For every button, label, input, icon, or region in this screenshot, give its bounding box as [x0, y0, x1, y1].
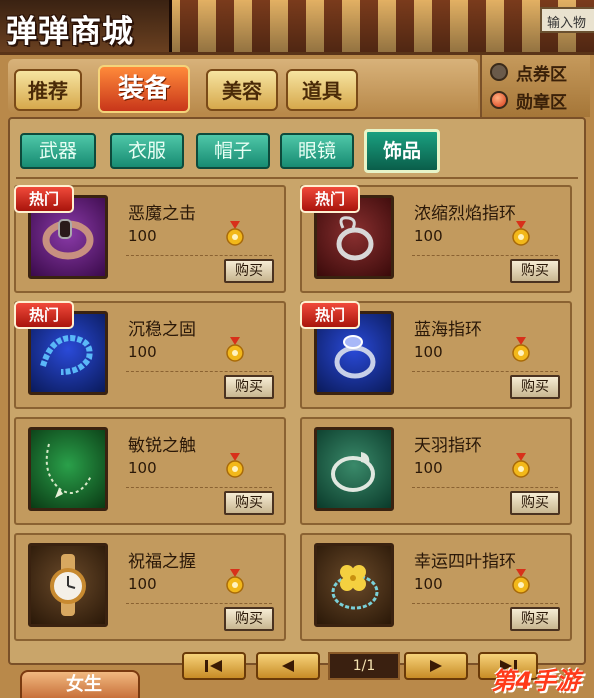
item-name: 幸运四叶指环: [414, 552, 516, 572]
radio-unselected-icon: [490, 63, 508, 81]
zone-coupon-label: 点券区: [516, 64, 567, 85]
item-price: 100: [128, 575, 157, 593]
buy-button[interactable]: 购买: [224, 375, 274, 399]
item-card[interactable]: 热门 恶魔之击 100 购买: [14, 185, 286, 293]
buy-button[interactable]: 购买: [510, 491, 560, 515]
window-title: 弹弹商城: [6, 14, 134, 50]
footer: 女生 1/1 第4手游: [0, 612, 594, 698]
tab-recommend[interactable]: 推荐: [14, 69, 82, 111]
content-frame: 武器 衣服 帽子 眼镜 饰品 热门 恶魔之击 100 购买 热门 浓缩烈焰指环 …: [8, 117, 586, 665]
buy-button[interactable]: 购买: [224, 491, 274, 515]
item-card[interactable]: 热门 蓝海指环 100 购买: [300, 301, 572, 409]
buy-button[interactable]: 购买: [510, 259, 560, 283]
item-card[interactable]: 热门 沉稳之固 100 购买: [14, 301, 286, 409]
dragon-ring-icon: [314, 427, 394, 511]
item-name: 沉稳之固: [128, 320, 196, 340]
medal-icon: [226, 337, 244, 362]
divider: [126, 487, 272, 488]
item-price: 100: [414, 575, 443, 593]
item-price: 100: [414, 459, 443, 477]
currency-zone-selector: 点券区 勋章区: [480, 55, 590, 117]
tab-items[interactable]: 道具: [286, 69, 358, 111]
subtab-accessory[interactable]: 饰品: [364, 129, 440, 173]
item-price: 100: [414, 227, 443, 245]
medal-icon: [512, 337, 530, 362]
hot-badge: 热门: [14, 301, 74, 329]
medal-icon: [226, 569, 244, 594]
divider: [16, 177, 578, 179]
item-name: 浓缩烈焰指环: [414, 204, 516, 224]
medal-icon: [226, 453, 244, 478]
tab-female[interactable]: 女生: [20, 670, 140, 698]
medal-icon: [512, 221, 530, 246]
hot-badge: 热门: [300, 301, 360, 329]
divider: [126, 371, 272, 372]
first-page-icon: [205, 660, 222, 672]
search-input[interactable]: 输入物: [540, 7, 594, 33]
tab-beauty[interactable]: 美容: [206, 69, 278, 111]
subtab-hat[interactable]: 帽子: [196, 133, 270, 169]
subtab-glasses[interactable]: 眼镜: [280, 133, 354, 169]
prev-arrow-icon: [282, 660, 294, 672]
divider: [412, 487, 558, 488]
hot-badge: 热门: [300, 185, 360, 213]
next-page-button[interactable]: [404, 652, 468, 680]
item-price: 100: [128, 227, 157, 245]
hot-badge: 热门: [14, 185, 74, 213]
page-indicator: 1/1: [328, 652, 400, 680]
shop-panel: 推荐 装备 美容 道具 点券区 勋章区 武器 衣服 帽子 眼镜 饰品 热门 恶魔…: [0, 52, 594, 698]
item-name: 天羽指环: [414, 436, 482, 456]
item-name: 祝福之握: [128, 552, 196, 572]
item-name: 恶魔之击: [128, 204, 196, 224]
divider: [412, 371, 558, 372]
watermark: 第4手游: [491, 667, 580, 695]
radio-selected-icon: [490, 91, 508, 109]
zone-coupon[interactable]: 点券区: [490, 61, 567, 85]
divider: [412, 603, 558, 604]
item-price: 100: [128, 343, 157, 361]
item-price: 100: [414, 343, 443, 361]
item-card[interactable]: 热门 浓缩烈焰指环 100 购买: [300, 185, 572, 293]
item-name: 蓝海指环: [414, 320, 482, 340]
subtab-clothes[interactable]: 衣服: [110, 133, 184, 169]
zone-medal-label: 勋章区: [516, 92, 567, 113]
tab-equipment[interactable]: 装备: [98, 65, 190, 113]
divider: [412, 255, 558, 256]
subtab-weapon[interactable]: 武器: [20, 133, 96, 169]
item-price: 100: [128, 459, 157, 477]
item-card[interactable]: 天羽指环 100 购买: [300, 417, 572, 525]
item-name: 敏锐之触: [128, 436, 196, 456]
main-tab-bar: 推荐 装备 美容 道具: [8, 59, 478, 113]
medal-icon: [226, 221, 244, 246]
zone-medal[interactable]: 勋章区: [490, 89, 567, 113]
necklace-icon: [28, 427, 108, 511]
item-card[interactable]: 敏锐之触 100 购买: [14, 417, 286, 525]
prev-page-button[interactable]: [256, 652, 320, 680]
next-arrow-icon: [430, 660, 442, 672]
divider: [126, 255, 272, 256]
first-page-button[interactable]: [182, 652, 246, 680]
divider: [126, 603, 272, 604]
buy-button[interactable]: 购买: [224, 259, 274, 283]
buy-button[interactable]: 购买: [510, 375, 560, 399]
medal-icon: [512, 453, 530, 478]
medal-icon: [512, 569, 530, 594]
title-bar: 弹弹商城 输入物: [0, 0, 594, 52]
